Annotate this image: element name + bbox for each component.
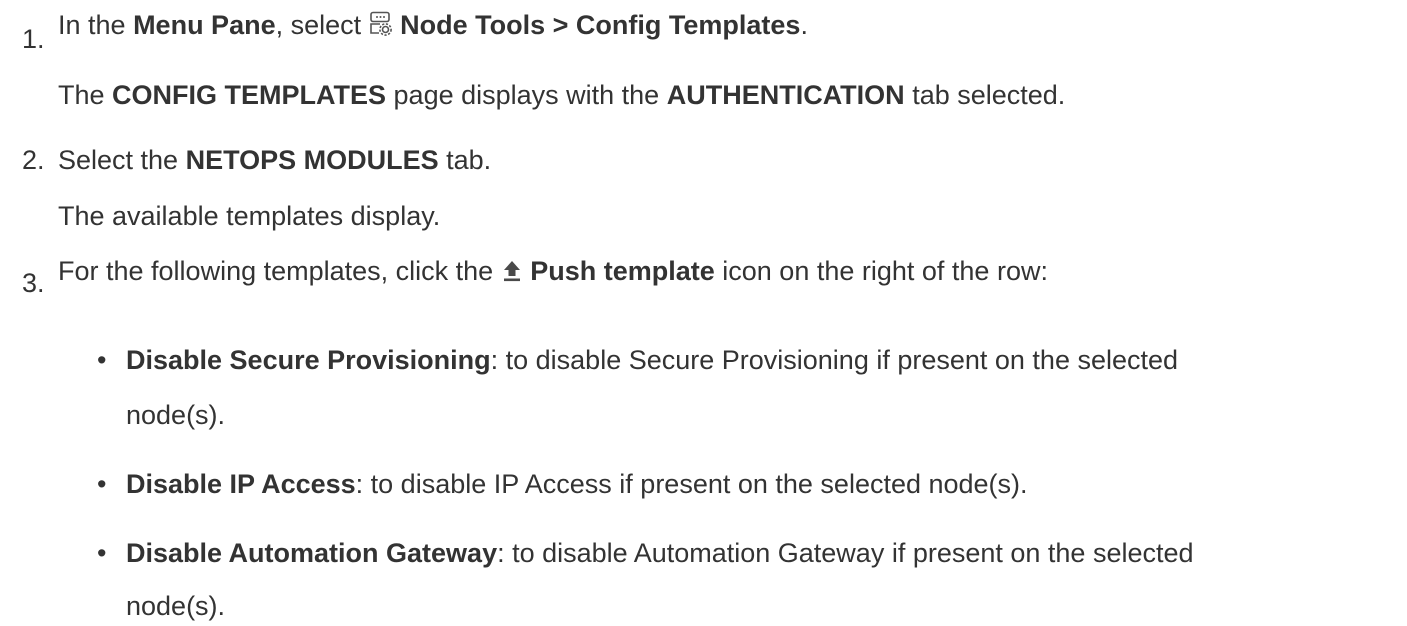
node-tools-icon <box>369 11 393 44</box>
bullet-item-title: Disable IP Access <box>126 469 356 499</box>
step-1-text-post: . <box>800 10 808 40</box>
step-2-text-post: tab. <box>438 145 492 175</box>
menu-pane-label: Menu Pane <box>133 10 276 40</box>
push-template-label: Push template <box>530 256 715 286</box>
step-3-text-pre: For the following templates, click the <box>58 256 501 286</box>
bullet-item-continuation: node(s). <box>126 591 226 621</box>
step-2-text-pre: Select the <box>58 145 186 175</box>
step-1-result-post: tab selected. <box>904 80 1066 110</box>
bullet-item-text: : to disable Secure Provisioning if pres… <box>490 345 1179 375</box>
bullet-item-text: : to disable Automation Gateway if prese… <box>497 538 1194 568</box>
step-1-text-mid: , select <box>275 10 369 40</box>
bullet-item-continuation: node(s). <box>126 400 226 430</box>
step-3-instruction: For the following templates, click the P… <box>58 255 1048 290</box>
bullet-item-text: : to disable IP Access if present on the… <box>355 469 1028 499</box>
step-1-result: The CONFIG TEMPLATES page displays with … <box>58 79 1065 111</box>
bullet-item-title: Disable Secure Provisioning <box>126 345 491 375</box>
authentication-tab-label: AUTHENTICATION <box>666 80 905 110</box>
bullet-item: Disable Automation Gateway: to disable A… <box>126 537 1194 569</box>
step-number: 1. <box>22 24 45 54</box>
bullet-item: Disable Secure Provisioning: to disable … <box>126 344 1178 376</box>
step-number: 3. <box>22 268 45 298</box>
step-number: 2. <box>22 145 45 175</box>
upload-arrow-icon <box>501 258 523 290</box>
step-1-text-pre: In the <box>58 10 134 40</box>
bullet-dot: • <box>97 538 107 568</box>
menu-path: Node Tools > Config Templates <box>400 10 801 40</box>
bullet-dot: • <box>97 469 107 499</box>
step-1-result-pre: The <box>58 80 113 110</box>
step-1-instruction: In the Menu Pane, select Node Tools > Co… <box>58 9 808 44</box>
step-1-result-mid: page displays with the <box>386 80 667 110</box>
bullet-dot: • <box>97 345 107 375</box>
step-3-text-post: icon on the right of the row: <box>714 256 1048 286</box>
bullet-item: Disable IP Access: to disable IP Access … <box>126 468 1028 500</box>
config-templates-page-label: CONFIG TEMPLATES <box>112 80 387 110</box>
netops-modules-tab-label: NETOPS MODULES <box>185 145 439 175</box>
step-2-instruction: Select the NETOPS MODULES tab. <box>58 144 491 176</box>
step-2-result: The available templates display. <box>58 201 441 231</box>
bullet-item-title: Disable Automation Gateway <box>126 538 498 568</box>
